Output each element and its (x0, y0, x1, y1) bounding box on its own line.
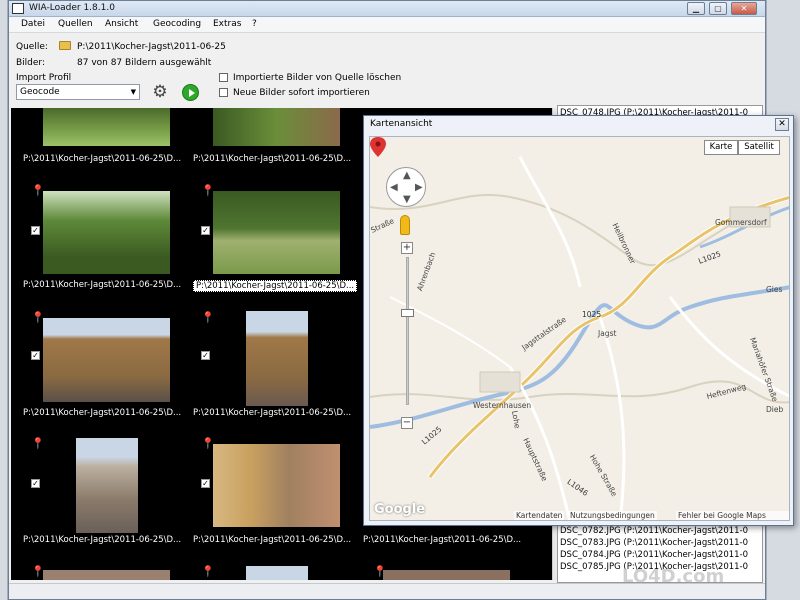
map-footer-nutzung[interactable]: Nutzungsbedingungen (568, 511, 657, 520)
zoom-slider-handle[interactable] (401, 309, 414, 317)
import-immediately-checkbox[interactable] (219, 88, 228, 97)
map-footer-fehler[interactable]: Fehler bei Google Maps melden (676, 511, 789, 520)
thumbnail[interactable] (213, 108, 340, 146)
gear-icon[interactable]: ⚙ (151, 83, 169, 101)
map-label-westernhausen: Westernhausen (473, 401, 532, 410)
thumbnail-checkbox[interactable]: ✓ (31, 351, 40, 360)
map-marker-icon[interactable] (370, 137, 386, 157)
thumbnail[interactable] (43, 570, 170, 580)
delete-imported-checkbox[interactable] (219, 73, 228, 82)
map-label-gies: Gies (766, 285, 783, 294)
close-button[interactable]: ✕ (731, 2, 757, 15)
import-profil-label: Import Profil (16, 73, 72, 83)
folder-icon[interactable] (59, 41, 71, 50)
thumbnail[interactable] (383, 570, 510, 580)
pin-icon: 📍 (31, 311, 45, 324)
menu-ansicht[interactable]: Ansicht (105, 19, 138, 29)
thumbnail-caption: P:\2011\Kocher-Jagst\2011-06-25\D... (23, 154, 182, 164)
map-label-gommersdorf: Gommersdorf (715, 218, 767, 227)
quelle-label: Quelle: (16, 42, 48, 52)
thumbnail[interactable] (76, 438, 138, 533)
pin-icon: 📍 (201, 184, 215, 197)
maximize-button[interactable]: ▢ (709, 2, 727, 15)
import-immediately-label: Neue Bilder sofort importieren (233, 88, 370, 98)
map-footer-kartendaten[interactable]: Kartendaten (514, 511, 565, 520)
pan-control[interactable]: ▲ ▼ ◀ ▶ (386, 167, 426, 207)
pin-icon: 📍 (31, 565, 45, 578)
thumbnail[interactable] (213, 444, 340, 527)
thumbnail-checkbox[interactable]: ✓ (201, 479, 210, 488)
list-item[interactable]: DSC_0784.JPG (P:\2011\Kocher-Jagst\2011-… (560, 550, 748, 560)
thumbnail-caption-selected[interactable]: P:\2011\Kocher-Jagst\2011-06-25\D... (193, 280, 358, 292)
map-canvas (370, 137, 789, 520)
menu-help[interactable]: ? (252, 19, 257, 29)
arrow-right-icon[interactable]: ▶ (415, 182, 423, 193)
window-title: WIA-Loader 1.8.1.0 (29, 3, 115, 13)
list-item[interactable]: DSC_0782.JPG (P:\2011\Kocher-Jagst\2011-… (560, 526, 748, 536)
thumbnail[interactable] (246, 566, 308, 580)
thumbnail-caption: P:\2011\Kocher-Jagst\2011-06-25\D... (193, 154, 352, 164)
thumbnail-checkbox[interactable]: ✓ (31, 226, 40, 235)
map-label-jagst: Jagst (598, 329, 617, 338)
thumbnail[interactable] (246, 311, 308, 406)
zoom-slider-track[interactable] (406, 257, 409, 405)
profile-select[interactable]: Geocode ▼ (16, 84, 140, 100)
map-type-satellit[interactable]: Satellit (738, 140, 780, 155)
zoom-in-button[interactable]: + (401, 242, 413, 254)
thumbnail[interactable] (43, 318, 170, 402)
pin-icon: 📍 (31, 184, 45, 197)
menu-quellen[interactable]: Quellen (58, 19, 93, 29)
desktop-left (0, 0, 8, 600)
thumbnail[interactable] (43, 191, 170, 274)
thumbnail-checkbox[interactable]: ✓ (201, 226, 210, 235)
menu-datei[interactable]: Datei (21, 19, 45, 29)
delete-imported-label: Importierte Bilder von Quelle löschen (233, 73, 402, 83)
arrow-up-icon[interactable]: ▲ (403, 170, 411, 181)
thumbnail-checkbox[interactable]: ✓ (31, 479, 40, 488)
watermark-logo: LO4D.com (622, 566, 725, 587)
pin-icon: 📍 (31, 437, 45, 450)
map-window-title: Kartenansicht (370, 119, 433, 129)
road-label-1025: 1025 (582, 310, 602, 319)
thumbnail-caption: P:\2011\Kocher-Jagst\2011-06-25\D... (193, 535, 352, 545)
menu-extras[interactable]: Extras (213, 19, 241, 29)
pin-icon: 📍 (201, 437, 215, 450)
play-icon[interactable] (182, 84, 199, 101)
thumbnail-caption: P:\2011\Kocher-Jagst\2011-06-25\D... (23, 535, 182, 545)
minimize-button[interactable]: ▁ (687, 2, 705, 15)
thumbnail-caption: P:\2011\Kocher-Jagst\2011-06-25\D... (23, 280, 182, 290)
title-bar: WIA-Loader 1.8.1.0 ▁ ▢ ✕ (9, 1, 765, 17)
map-label-dieb: Dieb (766, 405, 784, 414)
google-logo: Google (374, 502, 426, 517)
pin-icon: 📍 (201, 311, 215, 324)
menu-geocoding[interactable]: Geocoding (153, 19, 201, 29)
bilder-value: 87 von 87 Bildern ausgewählt (77, 58, 212, 68)
street-view-pegman-icon[interactable] (400, 215, 410, 235)
chevron-down-icon: ▼ (130, 88, 136, 96)
thumbnail[interactable] (43, 108, 170, 146)
thumbnail-caption: P:\2011\Kocher-Jagst\2011-06-25\D... (23, 408, 182, 418)
profile-value: Geocode (20, 87, 60, 97)
arrow-left-icon[interactable]: ◀ (390, 182, 398, 193)
zoom-out-button[interactable]: − (401, 417, 413, 429)
thumbnail-caption: P:\2011\Kocher-Jagst\2011-06-25\D... (193, 408, 352, 418)
list-item[interactable]: DSC_0783.JPG (P:\2011\Kocher-Jagst\2011-… (560, 538, 748, 548)
map-window: Kartenansicht ✕ Karte Satellit ▲ ▼ ◀ ▶ +… (363, 115, 794, 526)
quelle-value: P:\2011\Kocher-Jagst\2011-06-25 (77, 42, 226, 52)
map-view[interactable]: Karte Satellit ▲ ▼ ◀ ▶ + − Gommersdorf W… (369, 136, 790, 521)
bilder-label: Bilder: (16, 58, 45, 68)
pin-icon: 📍 (201, 565, 215, 578)
menu-bar: Datei Quellen Ansicht Geocoding Extras ? (9, 17, 765, 33)
thumbnail-checkbox[interactable]: ✓ (201, 351, 210, 360)
map-type-karte[interactable]: Karte (704, 140, 738, 155)
thumbnail-caption: P:\2011\Kocher-Jagst\2011-06-25\D... (363, 535, 522, 545)
app-icon (12, 3, 24, 14)
thumbnail[interactable] (213, 191, 340, 274)
arrow-down-icon[interactable]: ▼ (403, 194, 411, 205)
close-icon[interactable]: ✕ (775, 118, 789, 131)
